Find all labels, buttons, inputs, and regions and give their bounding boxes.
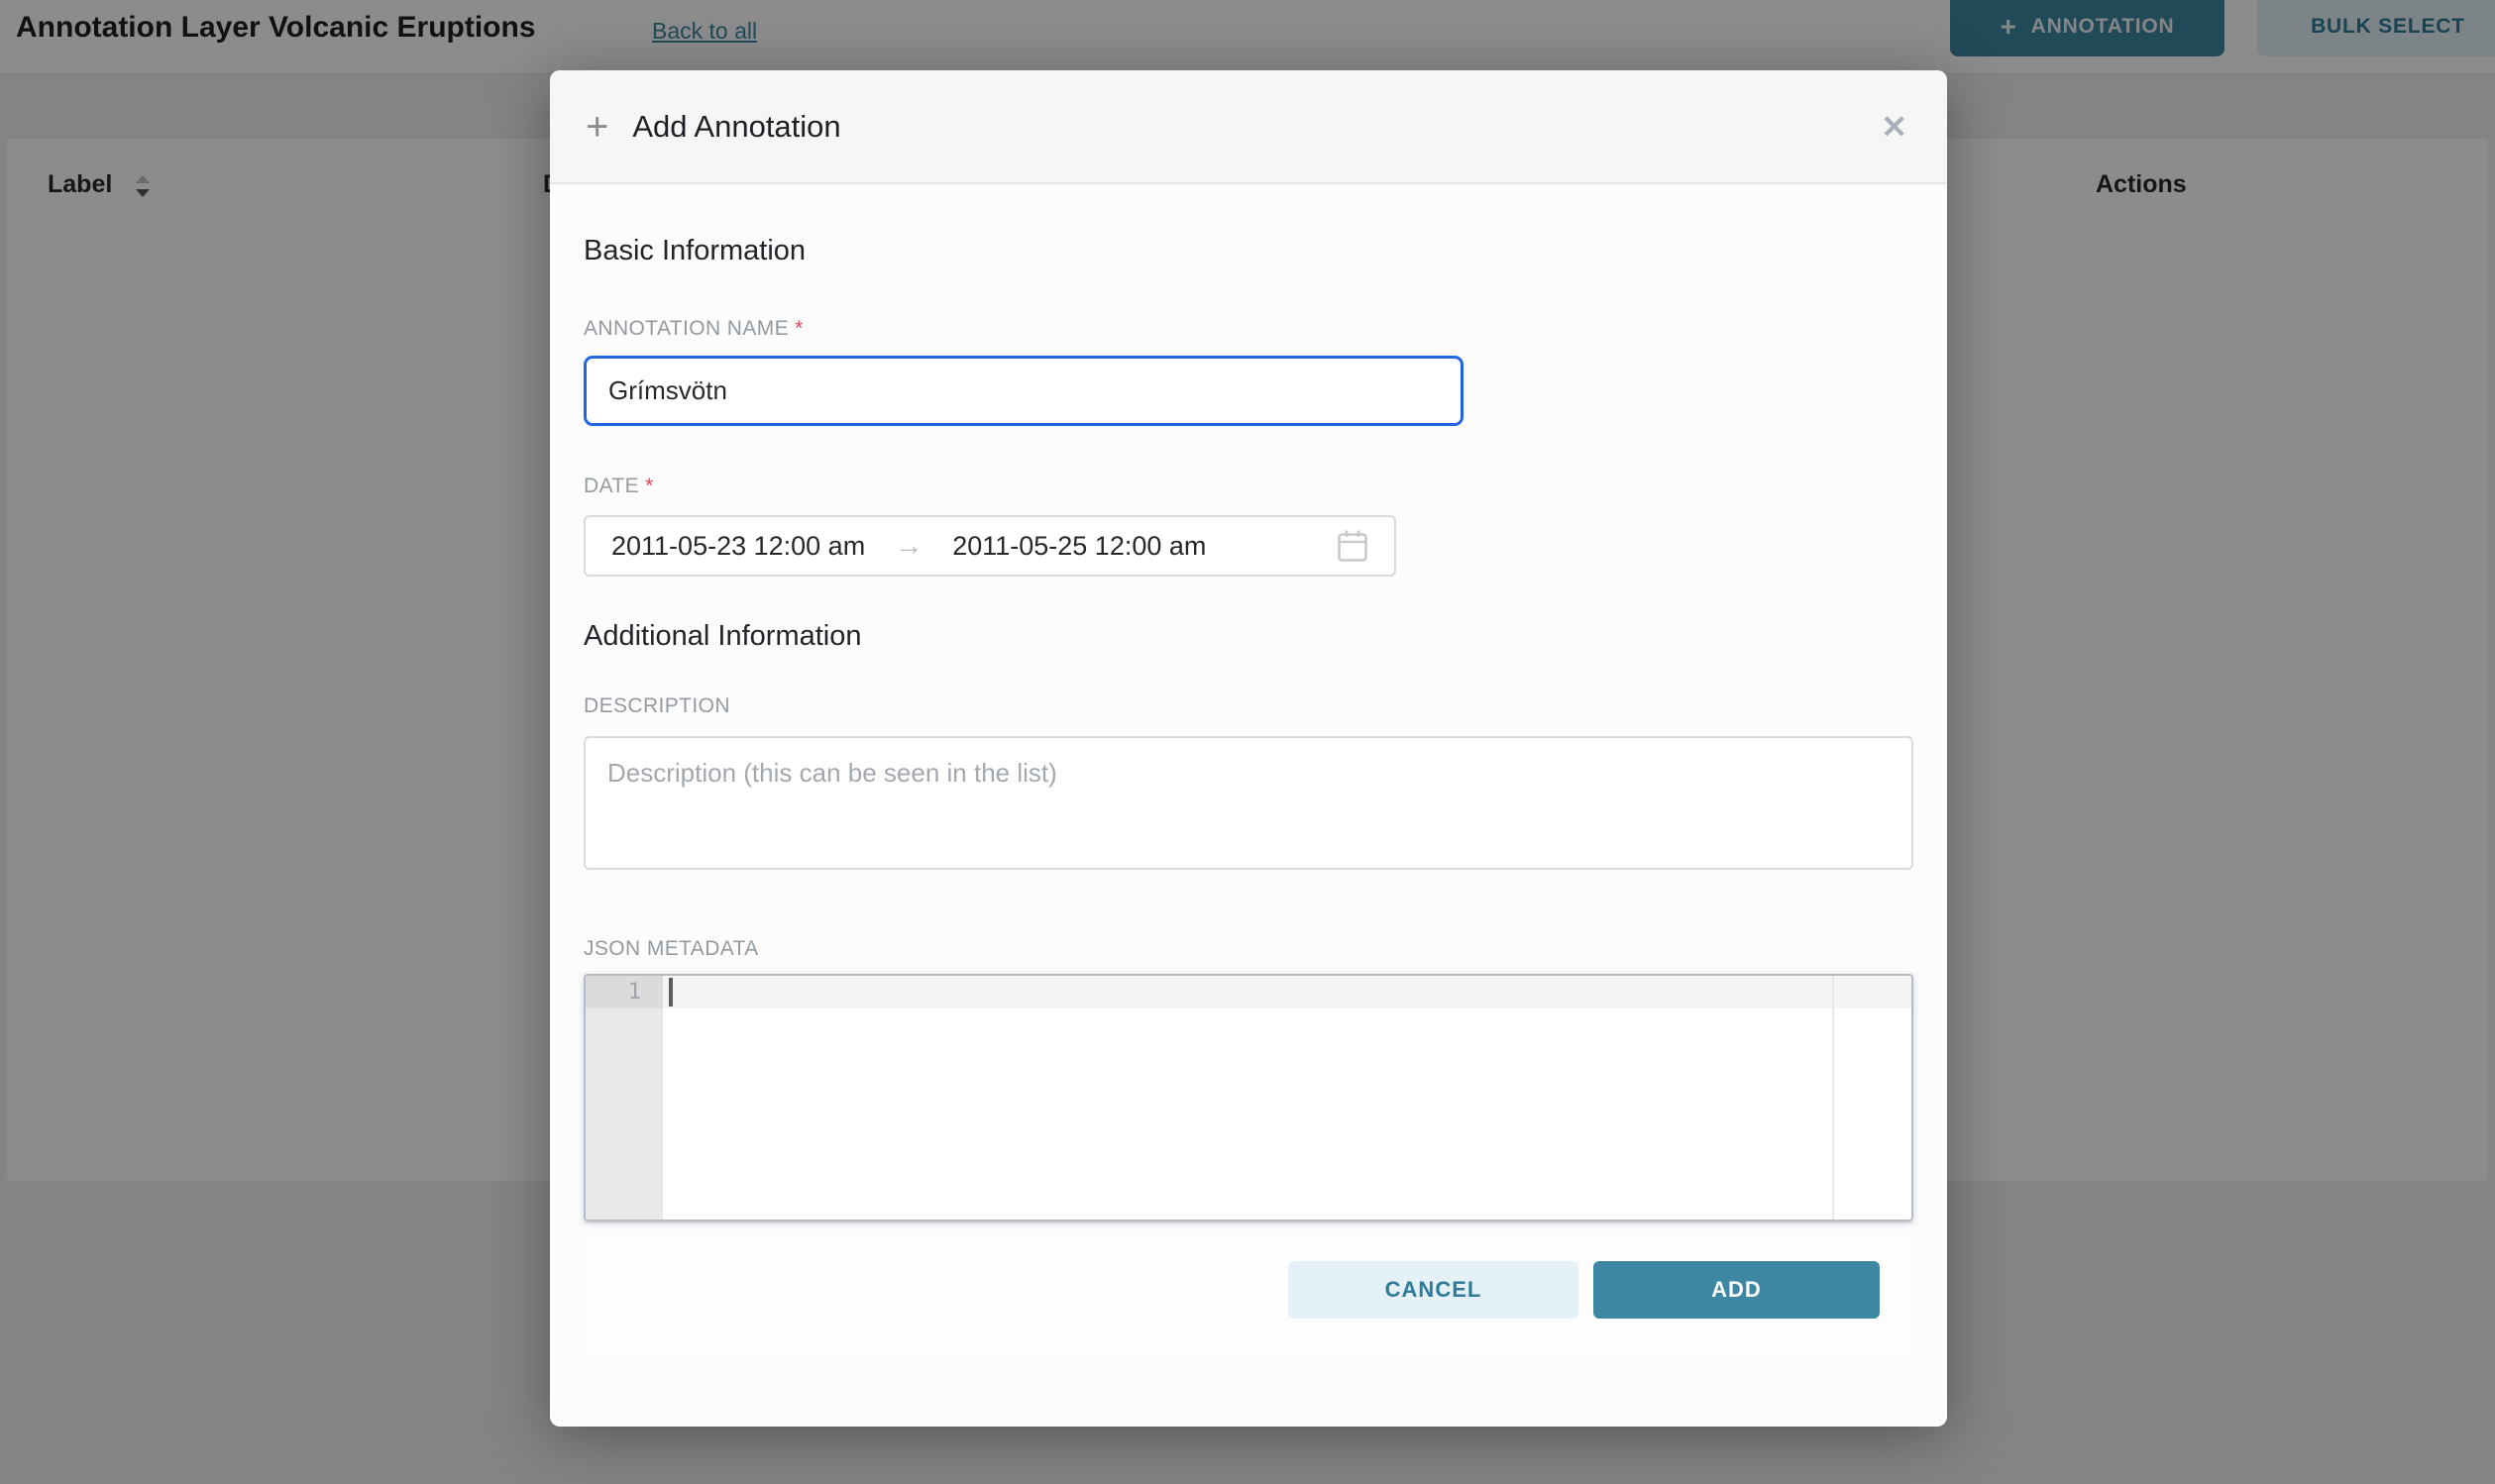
- date-end-value[interactable]: 2011-05-25 12:00 am: [952, 531, 1206, 562]
- date-label: DATE *: [584, 474, 1913, 499]
- date-label-text: DATE: [584, 475, 639, 497]
- section-title-additional: Additional Information: [584, 619, 1913, 654]
- screen: Annotation Layer Volcanic Eruptions Back…: [0, 0, 2495, 1484]
- date-range-picker[interactable]: 2011-05-23 12:00 am → 2011-05-25 12:00 a…: [584, 515, 1396, 577]
- modal-body: Basic Information ANNOTATION NAME * DATE *…: [550, 184, 1947, 1427]
- modal-footer: CANCEL ADD: [584, 1221, 1913, 1354]
- annotation-name-label: ANNOTATION NAME *: [584, 316, 1913, 342]
- plus-icon: +: [586, 107, 608, 147]
- date-start-value[interactable]: 2011-05-23 12:00 am: [611, 531, 865, 562]
- calendar-icon[interactable]: [1337, 529, 1368, 563]
- description-label: DESCRIPTION: [584, 693, 1913, 719]
- editor-line-number: 1: [586, 976, 663, 1008]
- annotation-name-input[interactable]: [584, 356, 1464, 426]
- add-annotation-modal: + Add Annotation ✕ Basic Information ANN…: [550, 70, 1947, 1427]
- modal-title: Add Annotation: [632, 109, 840, 145]
- section-title-basic: Basic Information: [584, 234, 1913, 268]
- modal-header: + Add Annotation ✕: [550, 70, 1947, 184]
- editor-cursor: [669, 978, 673, 1007]
- required-mark: *: [645, 475, 654, 497]
- editor-print-margin: [1832, 976, 1834, 1219]
- json-metadata-label: JSON METADATA: [584, 936, 1913, 962]
- add-button[interactable]: ADD: [1593, 1261, 1880, 1319]
- editor-active-line: [663, 976, 1911, 1008]
- description-textarea[interactable]: [584, 736, 1913, 870]
- cancel-button[interactable]: CANCEL: [1288, 1261, 1578, 1319]
- json-metadata-editor[interactable]: 1: [584, 974, 1913, 1221]
- editor-gutter: [586, 976, 663, 1219]
- required-mark: *: [795, 317, 804, 340]
- annotation-name-label-text: ANNOTATION NAME: [584, 317, 789, 340]
- arrow-right-icon: →: [895, 532, 922, 560]
- close-icon[interactable]: ✕: [1881, 111, 1907, 143]
